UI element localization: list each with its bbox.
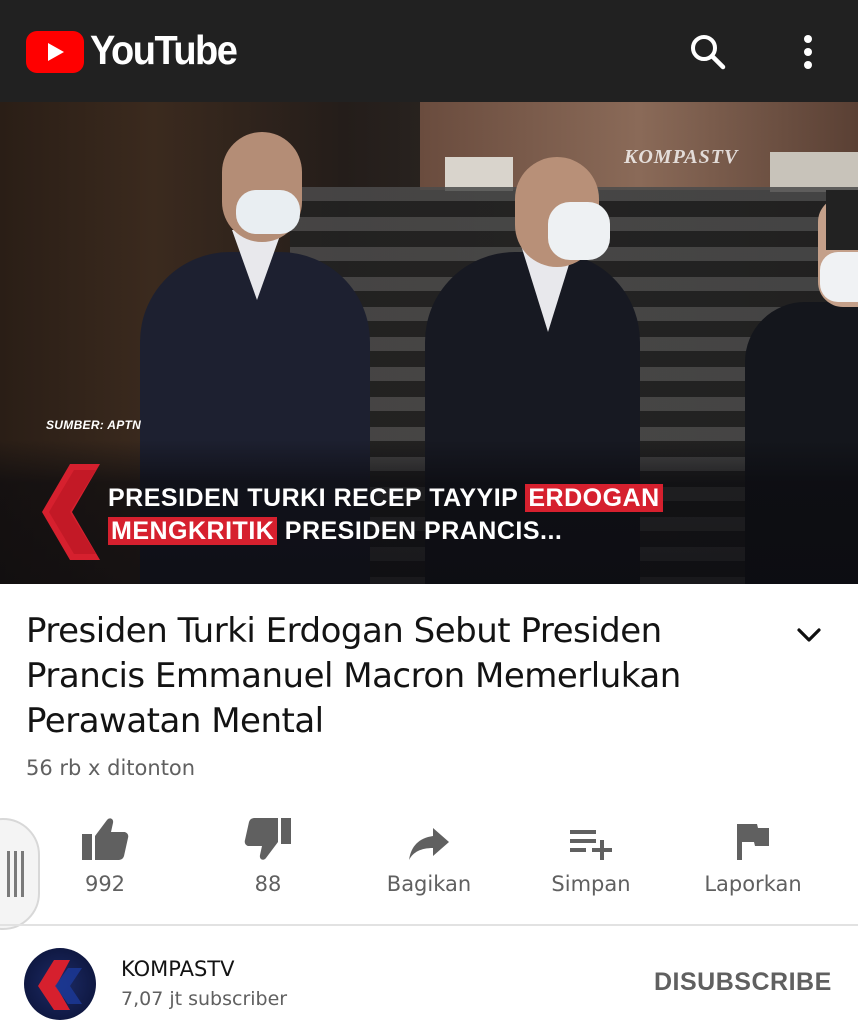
- share-icon: [409, 828, 449, 860]
- news-caption: PRESIDEN TURKI RECEP TAYYIP ERDOGAN MENG…: [108, 482, 663, 548]
- source-label: SUMBER: APTN: [46, 418, 142, 432]
- kompas-chevron-icon: [42, 464, 100, 560]
- logo-text: YouTube: [90, 28, 238, 74]
- flag-icon: [737, 824, 769, 860]
- top-app-bar: YouTube: [0, 0, 858, 102]
- caption-highlight-erdogan: ERDOGAN: [525, 484, 663, 512]
- report-label: Laporkan: [704, 872, 802, 896]
- more-vert-icon[interactable]: [784, 28, 832, 76]
- caption-line-2-text: PRESIDEN PRANCIS...: [277, 517, 563, 545]
- save-label: Simpan: [551, 872, 631, 896]
- person-left-mask: [236, 190, 300, 234]
- action-bar: 992 88 Bagikan Simpan Laporkan: [0, 800, 858, 920]
- channel-name[interactable]: KOMPASTV: [121, 957, 234, 981]
- chevron-down-icon[interactable]: [788, 614, 830, 656]
- caption-line-2: MENGKRITIK PRESIDEN PRANCIS...: [108, 515, 663, 548]
- share-button[interactable]: Bagikan: [354, 800, 504, 910]
- caption-highlight-mengkritik: MENGKRITIK: [108, 517, 278, 545]
- person-right-mask: [820, 252, 858, 302]
- report-button[interactable]: Laporkan: [678, 800, 828, 910]
- video-player[interactable]: KOMPASTV SUMBER: APTN PRESIDEN TURKI REC…: [0, 102, 858, 584]
- like-button[interactable]: 992: [30, 800, 180, 910]
- wall-frame: [770, 152, 858, 192]
- channel-watermark: KOMPASTV: [624, 146, 739, 168]
- kompas-logo-icon: [38, 960, 82, 1010]
- caption-line-1: PRESIDEN TURKI RECEP TAYYIP ERDOGAN: [108, 482, 663, 515]
- caption-line-1-text: PRESIDEN TURKI RECEP TAYYIP: [108, 484, 526, 512]
- share-label: Bagikan: [386, 872, 472, 896]
- dislike-count: 88: [254, 872, 282, 896]
- dislike-button[interactable]: 88: [193, 800, 343, 910]
- like-count: 992: [84, 872, 126, 896]
- subscriber-count: 7,07 jt subscriber: [121, 988, 288, 1010]
- youtube-play-icon: [26, 30, 84, 73]
- person-right-cap: [826, 190, 858, 250]
- save-button[interactable]: Simpan: [516, 800, 666, 910]
- playlist-add-icon: [570, 830, 612, 860]
- thumbs-up-icon: [82, 818, 129, 860]
- unsubscribe-button[interactable]: DISUBSCRIBE: [654, 968, 832, 997]
- search-icon[interactable]: [684, 28, 732, 76]
- wall-frame: [445, 157, 513, 191]
- channel-avatar[interactable]: [24, 948, 96, 1020]
- section-divider: [0, 924, 858, 926]
- thumbs-down-icon: [244, 818, 291, 860]
- person-center-mask: [548, 202, 610, 260]
- youtube-logo[interactable]: YouTube: [26, 28, 238, 74]
- video-title[interactable]: Presiden Turki Erdogan Sebut Presiden Pr…: [26, 609, 766, 744]
- view-count: 56 rb x ditonton: [26, 756, 196, 780]
